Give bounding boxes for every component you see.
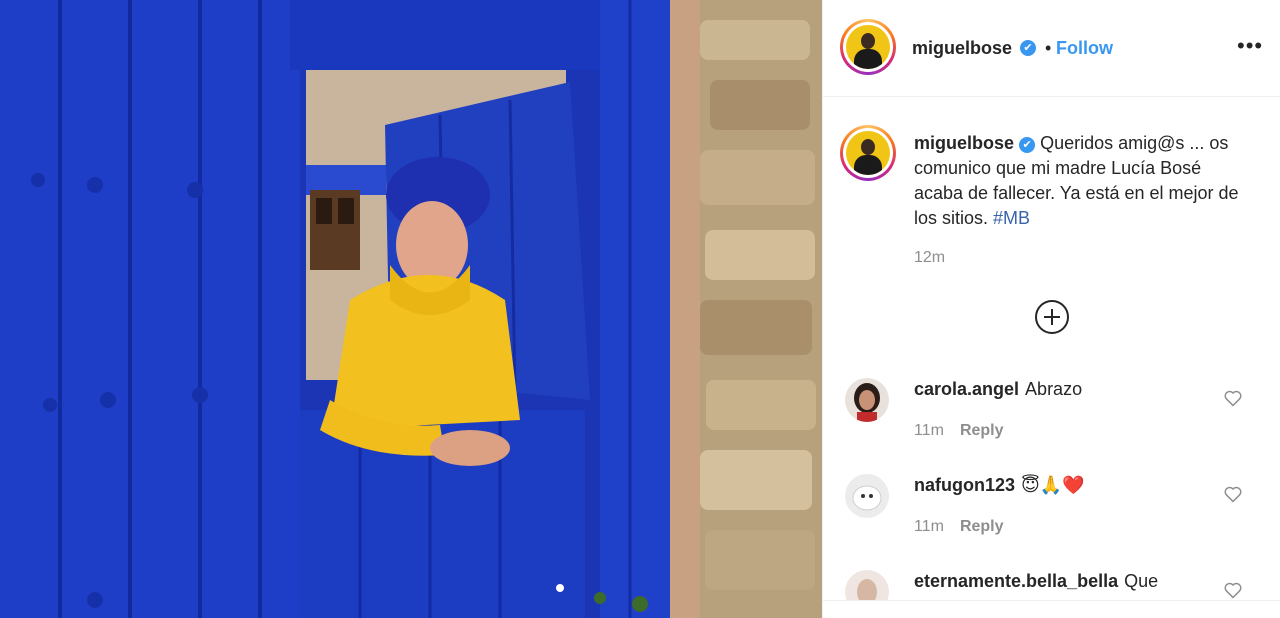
like-heart-icon[interactable] [1223,388,1243,408]
comment-item: eternamente.bella_bella Que [823,570,1280,600]
post-sidebar: miguelbose ✔ • Follow ••• miguelbose ✔ Q… [822,0,1280,618]
author-avatar[interactable] [840,19,896,75]
comment-username[interactable]: eternamente.bella_bella [914,571,1118,591]
commenter-avatar[interactable] [845,378,889,422]
more-options-icon[interactable]: ••• [1237,33,1263,59]
like-heart-icon[interactable] [1223,484,1243,504]
post-timestamp[interactable]: 12m [914,249,945,267]
reply-button[interactable]: Reply [960,518,1004,535]
comment-item: carola.angel Abrazo 11m Reply [823,378,1280,474]
verified-badge-icon: ✔ [1019,137,1036,153]
load-more-comments-plus-circle-icon[interactable] [1035,300,1069,334]
comment-username[interactable]: nafugon123 [914,475,1015,495]
instagram-post: miguelbose ✔ • Follow ••• miguelbose ✔ Q… [0,0,1280,618]
separator-dot: • [1045,38,1052,58]
comment-item: nafugon123 😇🙏❤️ 11m Reply [823,474,1280,570]
comment-text: Que [1124,571,1159,591]
caption-avatar[interactable] [840,125,896,181]
verified-badge-icon: ✔ [1020,40,1036,56]
post-photo[interactable] [0,0,822,618]
action-bar [823,600,1280,618]
photo-illustration [0,0,822,618]
commenter-avatar[interactable] [845,474,889,518]
post-header: miguelbose ✔ • Follow ••• [823,0,1280,97]
author-username[interactable]: miguelbose [912,38,1012,59]
caption-username[interactable]: miguelbose [914,133,1014,153]
comment-text: Abrazo [1025,379,1083,399]
comment-text: 😇🙏❤️ [1021,475,1085,495]
comment-time[interactable]: 11m [914,518,944,535]
commenter-avatar[interactable] [845,570,889,600]
like-heart-icon[interactable] [1223,580,1243,600]
caption-text: miguelbose ✔ Queridos amig@s ... os comu… [914,131,1254,231]
hashtag-link[interactable]: #MB [993,208,1030,228]
comment-time[interactable]: 11m [914,422,944,439]
reply-button[interactable]: Reply [960,422,1004,439]
comment-username[interactable]: carola.angel [914,379,1019,399]
follow-button[interactable]: Follow [1056,38,1113,59]
